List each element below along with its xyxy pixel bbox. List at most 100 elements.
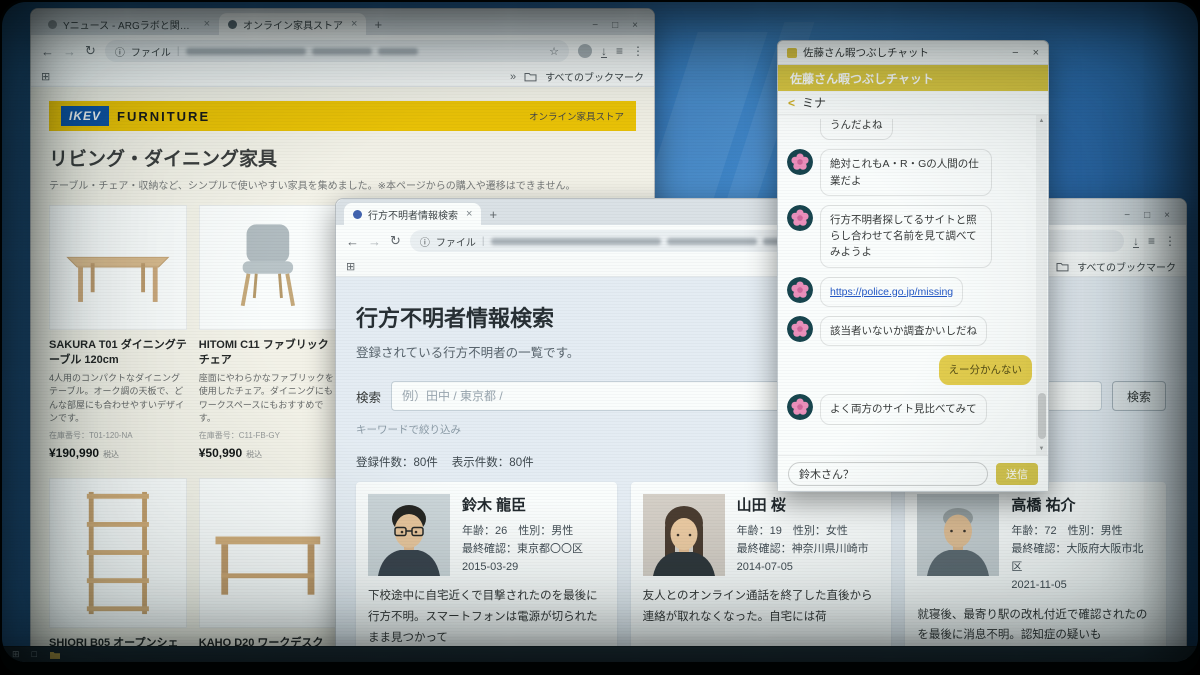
back-chevron-icon[interactable]: < [788,96,795,110]
minimize-icon[interactable]: − [1124,210,1130,221]
tab-label: 行方不明者情報検索 [368,207,458,222]
product-card[interactable]: HITOMI C11 ファブリックチェア 座面にやわらかなファブリックを使用した… [199,205,337,460]
message-bubble: 該当者いないか調査かいしだね [820,316,987,346]
chat-message: 絶対これもA・R・Gの人間の仕業だよ [787,149,1032,196]
forward-icon[interactable]: → [368,234,381,249]
store-header: IKEV FURNITURE オンライン家具ストア [49,101,636,131]
person-card[interactable]: 山田 桜 年齢：19 性別：女性 最終確認：神奈川県川崎市 2014-07-05… [631,482,892,659]
person-card[interactable]: 鈴木 龍臣 年齢：26 性別：男性 最終確認：東京都〇〇区 2015-03-29… [356,482,617,659]
tab-strip: Yニュース - ARGラボと関連ニュース × オンライン家具ストア × + − … [31,9,654,35]
menu-kebab-icon[interactable]: ⋮ [632,44,644,58]
product-card[interactable]: SAKURA T01 ダイニングテーブル 120cm 4人用のコンパクトなダイニ… [49,205,187,460]
price-tax-label: 税込 [246,450,262,459]
tab-label: オンライン家具ストア [243,17,343,32]
chat-back-nav[interactable]: < ミナ [778,91,1048,115]
person-card[interactable]: 高橋 祐介 年齢：72 性別：男性 最終確認：大阪府大阪市北区 2021-11-… [905,482,1166,659]
all-bookmarks-label[interactable]: すべてのブックマーク [545,69,644,84]
chat-window-title: 佐藤さん暇つぶしチャット [803,45,929,60]
tab-favicon [353,210,362,219]
close-tab-icon[interactable]: × [351,18,357,30]
tab-favicon [48,20,57,29]
send-button[interactable]: 送信 [996,463,1038,485]
tab-label: Yニュース - ARGラボと関連ニュース [63,17,196,32]
product-card[interactable]: KAHO D20 ワークデスク 100cm ノートPC作業に適したコンパクトデス… [199,478,337,649]
product-card[interactable]: SHIORI B05 オープンシェルフ 5段 本や雑貨を飾れるオープンタイプの収… [49,478,187,649]
person-date: 2021-11-05 [1011,576,1154,594]
message-bubble: 行方不明者探してるサイトと照らし合わせて名前を見て調べてみようよ [820,205,992,268]
rose-avatar-icon [787,205,813,231]
chat-banner: 佐藤さん暇つぶしチャット [778,65,1048,91]
download-icon[interactable]: ↓ [601,45,607,58]
person-last-seen: 最終確認：大阪府大阪市北区 [1011,540,1154,576]
tab-news[interactable]: Yニュース - ARGラボと関連ニュース × [39,13,219,35]
back-icon[interactable]: ← [346,234,359,249]
overflow-chevrons-icon[interactable]: » [510,71,516,83]
chat-link[interactable]: https://police.go.jp/missing [820,277,963,307]
apps-grid-icon[interactable]: ⊞ [41,70,50,83]
window-controls: − □ × [592,20,646,35]
close-icon[interactable]: × [632,20,638,31]
avatar-spacer [787,119,813,136]
person-age-sex: 年齢：26 性別：男性 [462,522,583,540]
blurred-url [312,48,372,55]
all-bookmarks-label[interactable]: すべてのブックマーク [1077,259,1176,274]
menu-kebab-icon[interactable]: ⋮ [1164,234,1176,248]
maximize-icon[interactable]: □ [612,20,618,31]
product-sku: 在庫番号：C11-FB-GY [199,430,337,441]
person-age-sex: 年齢：72 性別：男性 [1011,522,1154,540]
profile-avatar-icon[interactable] [578,44,592,58]
reading-list-icon[interactable]: ≡ [1148,234,1155,248]
info-icon[interactable]: ⓘ [115,44,125,59]
reload-icon[interactable]: ↻ [390,233,401,249]
price-tax-label: 税込 [103,450,119,459]
chat-input[interactable] [788,462,988,486]
bookmarks-bar: ⊞ » すべてのブックマーク [31,67,654,87]
tab-missing-persons[interactable]: 行方不明者情報検索 × [344,203,481,225]
tab-store[interactable]: オンライン家具ストア × [219,13,366,35]
close-icon[interactable]: × [1033,47,1039,59]
download-icon[interactable]: ↓ [1133,235,1139,248]
scrollbar-thumb[interactable] [1038,393,1046,439]
chat-contact-name: ミナ [802,94,826,111]
browser-toolbar: ← → ↻ ⓘ ファイル | ☆ ↓ ≡ ⋮ [31,35,654,67]
back-icon[interactable]: ← [41,44,54,59]
chat-message: 行方不明者探してるサイトと照らし合わせて名前を見て調べてみようよ [787,205,1032,268]
scroll-up-icon[interactable]: ▲ [1039,118,1045,124]
apps-grid-icon[interactable]: ⊞ [346,260,355,273]
close-tab-icon[interactable]: × [204,18,210,30]
product-image-open-shelf [49,478,187,628]
person-age-sex: 年齢：19 性別：女性 [737,522,869,540]
reading-list-icon[interactable]: ≡ [616,44,623,58]
scroll-down-icon[interactable]: ▼ [1039,446,1045,452]
product-description: 座面にやわらかなファブリックを使用したチェア。ダイニングにもワークスペースにもお… [199,372,337,426]
search-button[interactable]: 検索 [1112,381,1166,411]
tab-favicon [228,20,237,29]
tab-strip: 行方不明者情報検索 × + − □ × [336,199,1186,225]
person-date: 2014-07-05 [737,558,869,576]
minimize-icon[interactable]: − [592,20,598,31]
maximize-icon[interactable]: □ [1144,210,1150,221]
new-tab-button[interactable]: + [489,207,497,222]
new-tab-button[interactable]: + [374,17,382,32]
product-image-work-desk [199,478,337,628]
address-bar[interactable]: ⓘ ファイル | ☆ [105,40,569,62]
close-icon[interactable]: × [1164,210,1170,221]
forward-icon[interactable]: → [63,44,76,59]
reload-icon[interactable]: ↻ [85,43,96,59]
chat-message: https://police.go.jp/missing [787,277,1032,307]
chat-input-row: 送信 [778,455,1048,491]
bookmark-star-icon[interactable]: ☆ [549,45,559,58]
info-icon[interactable]: ⓘ [420,234,430,249]
product-name: SAKURA T01 ダイニングテーブル 120cm [49,338,187,368]
person-description: 就寝後、最寄り駅の改札付近で確認されたのを最後に消息不明。認知症の疑いも [917,605,1154,646]
search-label: 検索 [356,387,381,406]
message-bubble: 絶対これもA・R・Gの人間の仕業だよ [820,149,992,196]
blurred-url [186,48,306,55]
task-view-icon[interactable]: □ [32,650,37,659]
start-button-icon[interactable]: ⊞ [12,650,20,659]
minimize-icon[interactable]: − [1012,47,1018,59]
person-description: 下校途中に自宅近くで目撃されたのを最後に行方不明。スマートフォンは電源が切られた… [368,586,605,648]
file-explorer-icon[interactable] [49,650,61,660]
price-value: ¥190,990 [49,446,99,460]
close-tab-icon[interactable]: × [466,208,472,220]
